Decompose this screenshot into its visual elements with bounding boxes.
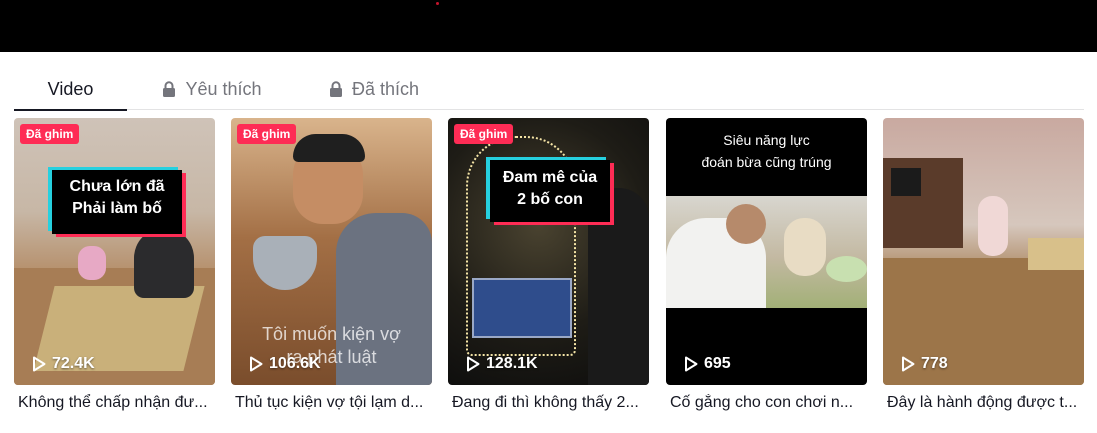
progress-dot — [436, 2, 439, 5]
video-card[interactable]: Đã ghim Đam mê của 2 bố con 128.1K Đang … — [448, 118, 649, 411]
play-count-value: 72.4K — [52, 355, 95, 372]
video-thumbnail[interactable]: Đã ghim Tôi muốn kiện vợ ra phát luật 10… — [231, 118, 432, 385]
person-head-shape — [726, 204, 766, 244]
video-player-strip — [0, 0, 1097, 52]
tab-video-label: Video — [47, 78, 94, 99]
play-icon — [250, 356, 263, 372]
overlay-line: Siêu năng lực — [723, 132, 810, 148]
play-count-value: 778 — [921, 355, 948, 372]
lock-icon — [162, 81, 176, 97]
tab-active-indicator — [14, 109, 127, 111]
toy-shape — [826, 256, 867, 282]
video-title[interactable]: Đang đi thì không thấy 2... — [452, 394, 649, 412]
pinned-badge: Đã ghim — [454, 124, 514, 144]
person-shape — [978, 196, 1008, 256]
overlay-line: Đam mê của — [502, 169, 598, 186]
video-title[interactable]: Thủ tục kiện vợ tội lạm d... — [235, 394, 432, 412]
overlay-line: 2 bố con — [517, 190, 583, 208]
video-overlay-caption: Chưa lớn đã Phải làm bố — [52, 170, 182, 234]
scene-shape — [666, 196, 867, 308]
overlay-line: đoán bừa cũng trúng — [701, 153, 832, 170]
mat-shape — [1028, 238, 1084, 270]
pinned-badge: Đã ghim — [237, 124, 297, 144]
video-thumbnail[interactable]: Đã ghim Chưa lớn đã Phải làm bố 72.4K — [14, 118, 215, 385]
video-title[interactable]: Không thể chấp nhận đư... — [18, 394, 215, 412]
video-card[interactable]: 778 Đây là hành động được t... — [883, 118, 1084, 411]
play-count: 128.1K — [466, 355, 538, 373]
video-title[interactable]: Cố gắng cho con chơi n... — [670, 394, 867, 412]
child-shape — [784, 218, 826, 276]
play-icon — [33, 356, 46, 372]
play-count: 778 — [901, 355, 948, 373]
person-shape — [134, 228, 194, 298]
tab-favorites[interactable]: Yêu thích — [160, 68, 264, 110]
video-overlay-caption: Siêu năng lực đoán bừa cũng trúng — [666, 130, 867, 173]
sign-shape — [472, 278, 572, 338]
play-count: 72.4K — [32, 355, 95, 373]
video-thumbnail[interactable]: 778 — [883, 118, 1084, 385]
video-title[interactable]: Đây là hành động được t... — [887, 394, 1084, 412]
play-icon — [467, 356, 480, 372]
video-card[interactable]: Đã ghim Chưa lớn đã Phải làm bố 72.4K Kh… — [14, 118, 215, 411]
video-thumbnail[interactable]: Siêu năng lực đoán bừa cũng trúng 695 — [666, 118, 867, 385]
tab-video[interactable]: Video — [14, 68, 127, 111]
play-icon — [902, 356, 915, 372]
tab-liked-label: Đã thích — [351, 78, 420, 99]
video-overlay-caption: Đam mê của 2 bố con — [490, 160, 610, 222]
profile-tabs: Video Yêu thích Đã thích — [14, 68, 1084, 111]
pinned-badge: Đã ghim — [20, 124, 80, 144]
video-card[interactable]: Siêu năng lực đoán bừa cũng trúng 695 Cố… — [666, 118, 867, 411]
child-shape — [78, 246, 106, 280]
play-count-value: 695 — [704, 355, 731, 372]
tab-favorites-label: Yêu thích — [185, 78, 262, 99]
lock-icon — [329, 81, 343, 97]
play-count: 695 — [684, 355, 731, 373]
tab-liked[interactable]: Đã thích — [327, 68, 421, 110]
video-card[interactable]: Đã ghim Tôi muốn kiện vợ ra phát luật 10… — [231, 118, 432, 411]
play-count-value: 106.6K — [269, 355, 321, 372]
bowl-shape — [253, 236, 317, 290]
play-icon — [685, 356, 698, 372]
play-count: 106.6K — [249, 355, 321, 373]
play-count-value: 128.1K — [486, 355, 538, 372]
video-thumbnail[interactable]: Đã ghim Đam mê của 2 bố con 128.1K — [448, 118, 649, 385]
tv-shape — [891, 168, 921, 196]
overlay-line: Chưa lớn đã — [69, 178, 165, 195]
overlay-line: Phải làm bố — [72, 199, 162, 217]
hair-shape — [293, 134, 365, 162]
overlay-line: Tôi muốn kiện vợ — [262, 324, 401, 344]
